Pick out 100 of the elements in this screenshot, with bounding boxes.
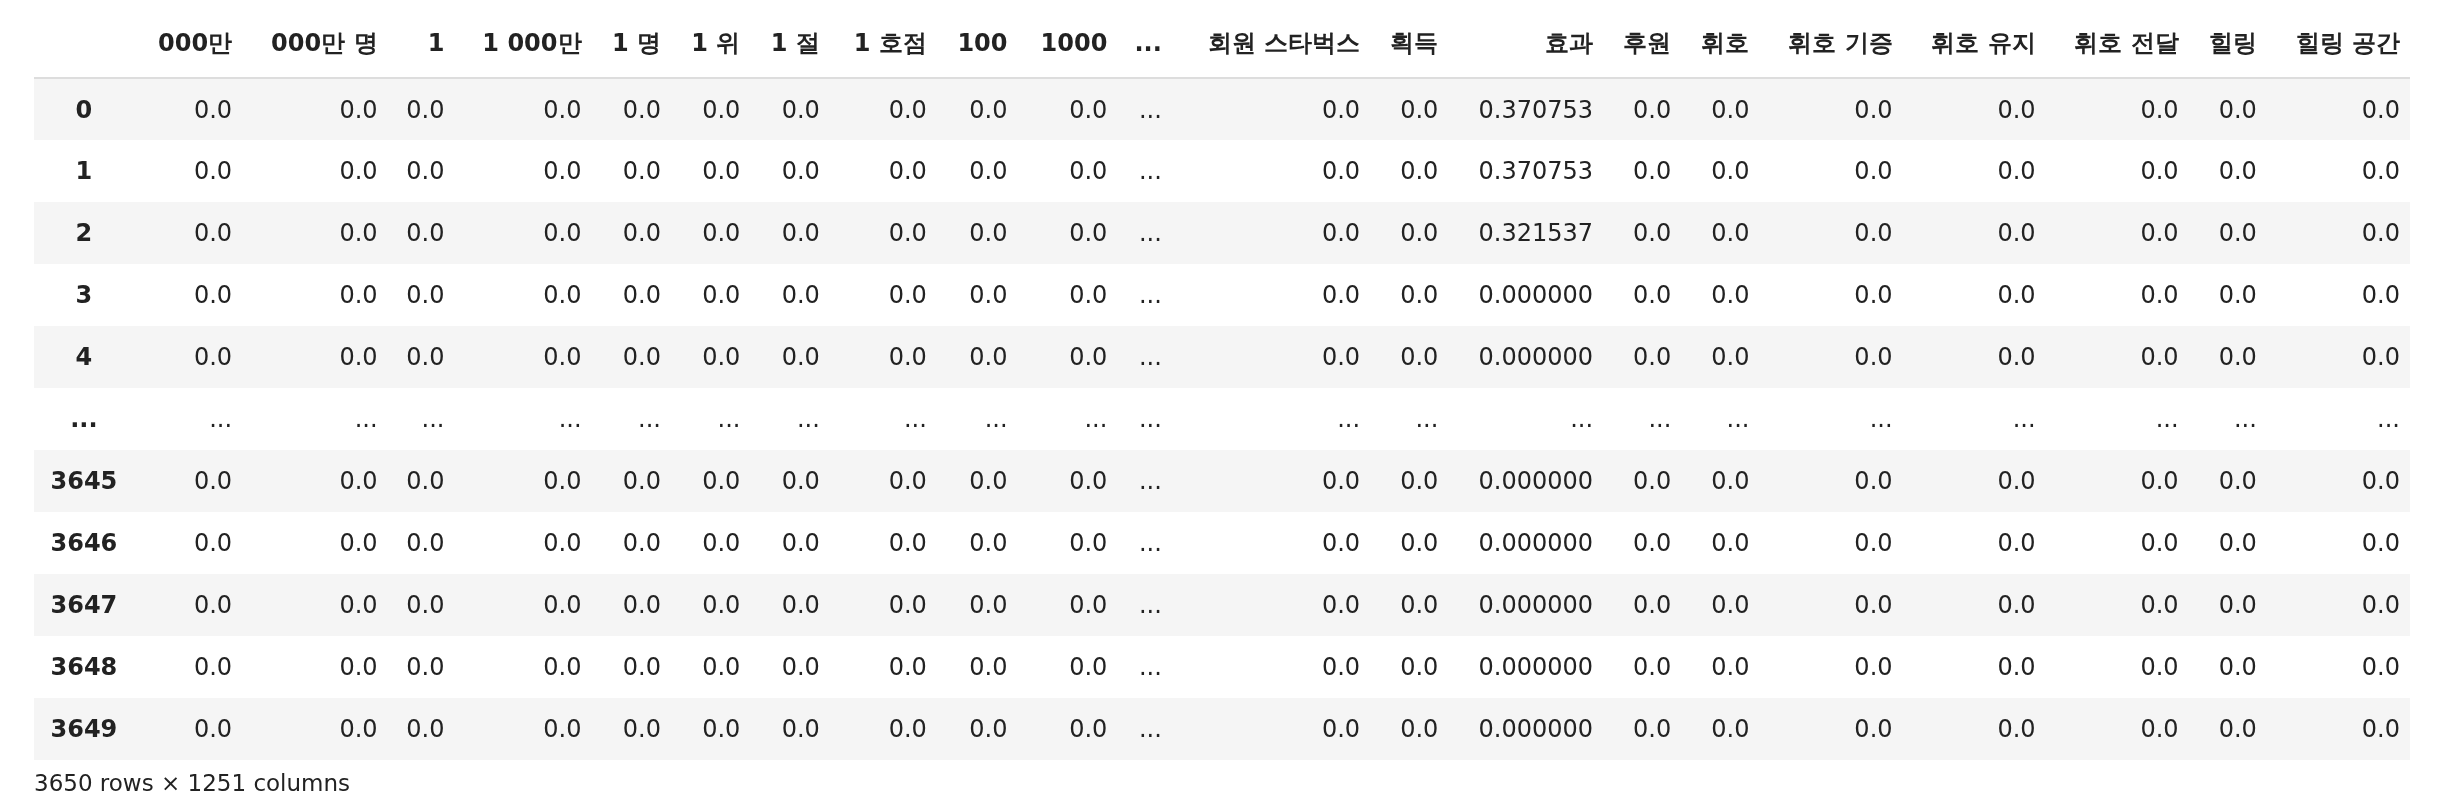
table-cell: 0.0 xyxy=(242,698,388,760)
table-cell: 0.0 xyxy=(133,264,243,326)
table-cell: 0.0 xyxy=(1759,512,1903,574)
row-index: ... xyxy=(34,388,134,450)
table-cell: 0.0 xyxy=(1171,698,1371,760)
table-cell: 0.0 xyxy=(1370,326,1449,388)
table-cell: 0.0 xyxy=(1171,78,1371,140)
table-cell: ... xyxy=(1117,698,1172,760)
table-summary: 3650 rows × 1251 columns xyxy=(34,769,352,798)
table-cell: 0.0 xyxy=(750,574,830,636)
table-cell: 0.0 xyxy=(454,698,592,760)
table-cell: 0.0 xyxy=(242,636,388,698)
table-cell: 0.0 xyxy=(1759,78,1903,140)
table-cell: 0.0 xyxy=(591,264,671,326)
table-cell: 0.0 xyxy=(387,264,455,326)
table-cell: ... xyxy=(591,388,671,450)
table-cell: 0.0 xyxy=(1171,512,1371,574)
table-cell: 0.0 xyxy=(829,512,937,574)
table-cell: 0.0 xyxy=(1603,202,1682,264)
table-cell: 0.0 xyxy=(2188,574,2267,636)
table-cell: 0.0 xyxy=(387,512,455,574)
table-cell: 0.0 xyxy=(1370,698,1449,760)
table-cell: 0.370753 xyxy=(1448,140,1604,202)
table-cell: 0.0 xyxy=(387,140,455,202)
table-cell: ... xyxy=(936,388,1018,450)
table-cell: ... xyxy=(1117,202,1172,264)
table-cell: 0.0 xyxy=(750,326,830,388)
table-cell: 0.0 xyxy=(387,698,455,760)
row-index: 0 xyxy=(34,78,134,140)
table-cell: 0.0 xyxy=(1171,326,1371,388)
table-cell: 0.0 xyxy=(387,574,455,636)
table-cell: 0.0 xyxy=(670,512,751,574)
table-cell: 0.0 xyxy=(242,78,388,140)
table-cell: 0.0 xyxy=(670,326,751,388)
row-index: 3 xyxy=(34,264,134,326)
table-cell: 0.0 xyxy=(1759,202,1903,264)
table-cell: 0.0 xyxy=(1603,636,1682,698)
table-cell: 0.0 xyxy=(1681,264,1760,326)
table-cell: 0.0 xyxy=(1603,450,1682,512)
table-cell: 0.0 xyxy=(2045,450,2189,512)
table-cell: 0.0 xyxy=(591,450,671,512)
row-index: 3649 xyxy=(34,698,134,760)
table-cell: 0.0 xyxy=(2188,326,2267,388)
table-cell: ... xyxy=(1759,388,1903,450)
table-cell: ... xyxy=(1017,388,1118,450)
table-cell: ... xyxy=(1902,388,2046,450)
table-cell: ... xyxy=(1117,636,1172,698)
row-index: 2 xyxy=(34,202,134,264)
table-cell: 0.0 xyxy=(1017,574,1118,636)
table-cell: ... xyxy=(670,388,751,450)
table-cell: 0.0 xyxy=(1603,574,1682,636)
table-cell: 0.0 xyxy=(2266,78,2410,140)
table-cell: 0.0 xyxy=(2188,512,2267,574)
table-cell: 0.0 xyxy=(829,78,937,140)
table-cell: 0.0 xyxy=(936,450,1018,512)
table-cell: 0.0 xyxy=(387,450,455,512)
table-cell: 0.0 xyxy=(133,574,243,636)
table-cell: 0.0 xyxy=(1017,264,1118,326)
table-cell: 0.0 xyxy=(936,140,1018,202)
table-cell: 0.0 xyxy=(591,574,671,636)
table-cell: 0.0 xyxy=(591,140,671,202)
table-cell: 0.0 xyxy=(1902,574,2046,636)
table-cell: 0.0 xyxy=(1370,264,1449,326)
table-cell: 0.0 xyxy=(1902,202,2046,264)
table-cell: ... xyxy=(1681,388,1760,450)
table-cell: 0.0 xyxy=(1370,140,1449,202)
table-cell: 0.0 xyxy=(2188,140,2267,202)
table-cell: 0.0 xyxy=(2188,78,2267,140)
table-cell: ... xyxy=(1117,574,1172,636)
table-cell: 0.0 xyxy=(1171,574,1371,636)
table-cell: 0.0 xyxy=(1603,78,1682,140)
table-cell: ... xyxy=(2266,388,2410,450)
table-cell: 0.0 xyxy=(750,636,830,698)
table-cell: 0.0 xyxy=(829,140,937,202)
table-cell: 0.0 xyxy=(1017,698,1118,760)
table-cell: ... xyxy=(1603,388,1682,450)
table-cell: 0.0 xyxy=(242,326,388,388)
table-cell: 0.0 xyxy=(670,202,751,264)
table-cell: 0.0 xyxy=(670,698,751,760)
row-index: 3645 xyxy=(34,450,134,512)
table-cell: 0.0 xyxy=(1370,202,1449,264)
table-cell: 0.0 xyxy=(1370,78,1449,140)
table-cell: 0.0 xyxy=(1902,140,2046,202)
table-cell: 0.0 xyxy=(2188,450,2267,512)
table-cell: 0.0 xyxy=(1759,698,1903,760)
table-cell: 0.0 xyxy=(750,202,830,264)
table-cell: 0.0 xyxy=(1902,450,2046,512)
row-index: 3648 xyxy=(34,636,134,698)
row-index: 3646 xyxy=(34,512,134,574)
table-cell: 0.0 xyxy=(1681,202,1760,264)
table-cell: 0.0 xyxy=(1902,326,2046,388)
table-cell: ... xyxy=(387,388,455,450)
table-cell: 0.0 xyxy=(2045,78,2189,140)
table-cell: 0.0 xyxy=(670,450,751,512)
table-cell: 0.0 xyxy=(936,636,1018,698)
table-cell: 0.0 xyxy=(829,264,937,326)
table-cell: 0.0 xyxy=(829,636,937,698)
table-cell: 0.0 xyxy=(1171,450,1371,512)
table-cell: 0.0 xyxy=(750,450,830,512)
table-cell: 0.0 xyxy=(591,326,671,388)
